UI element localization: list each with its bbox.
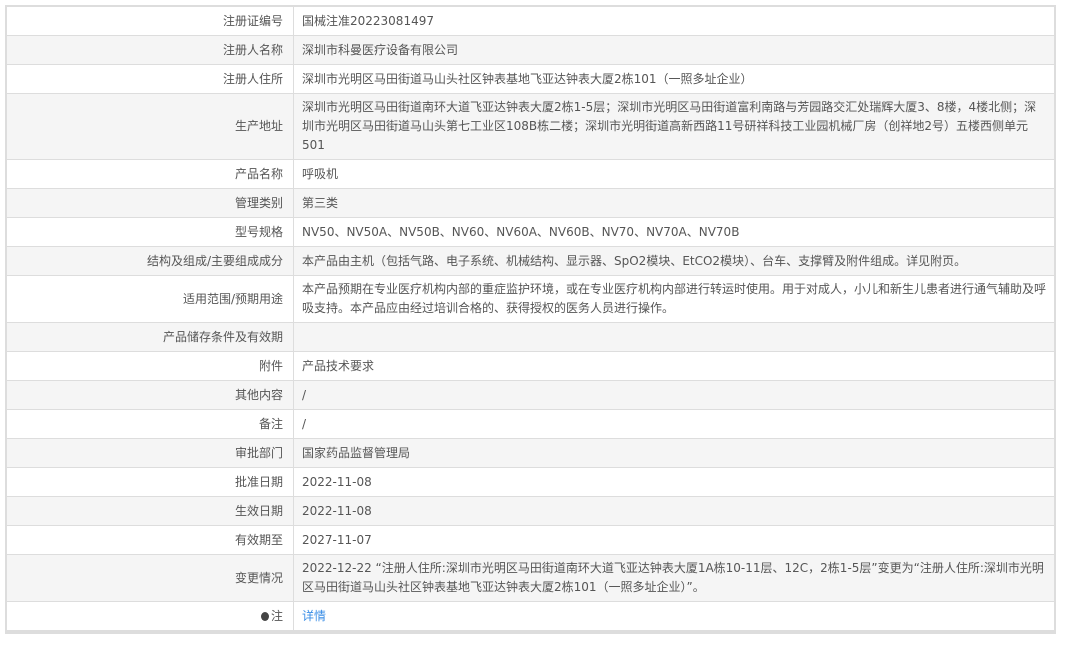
field-value: 深圳市光明区马田街道马山头社区钟表基地飞亚达钟表大厦2栋101（一照多址企业） [293, 64, 1055, 94]
field-label: 注册人住所 [6, 64, 294, 94]
table-row: 审批部门 国家药品监督管理局 [6, 438, 1055, 468]
table-row: 产品名称 呼吸机 [6, 159, 1055, 189]
table-row: 注册人住所 深圳市光明区马田街道马山头社区钟表基地飞亚达钟表大厦2栋101（一照… [6, 64, 1055, 94]
table-row: 结构及组成/主要组成成分 本产品由主机（包括气路、电子系统、机械结构、显示器、S… [6, 246, 1055, 276]
details-link[interactable]: 详情 [302, 609, 326, 623]
field-value: 2027-11-07 [293, 525, 1055, 555]
field-value: 产品技术要求 [293, 351, 1055, 381]
field-label: 型号规格 [6, 217, 294, 247]
field-label: 产品名称 [6, 159, 294, 189]
table-row: 其他内容 / [6, 380, 1055, 410]
field-value [293, 322, 1055, 352]
field-value: 呼吸机 [293, 159, 1055, 189]
field-label: 其他内容 [6, 380, 294, 410]
field-label: 备注 [6, 409, 294, 439]
field-value: 本产品预期在专业医疗机构内部的重症监护环境，或在专业医疗机构内部进行转运时使用。… [293, 275, 1055, 323]
registration-detail-table: 注册证编号 国械注准20223081497 注册人名称 深圳市科曼医疗设备有限公… [5, 5, 1056, 634]
field-label: 变更情况 [6, 554, 294, 602]
table-row: 有效期至 2027-11-07 [6, 525, 1055, 555]
location-pin-icon [260, 611, 269, 621]
table-row: 管理类别 第三类 [6, 188, 1055, 218]
field-value: 2022-11-08 [293, 467, 1055, 497]
table-row: 备注 / [6, 409, 1055, 439]
note-row: 注 详情 [6, 601, 1055, 631]
field-value: 本产品由主机（包括气路、电子系统、机械结构、显示器、SpO2模块、EtCO2模块… [293, 246, 1055, 276]
table-row: 变更情况 2022-12-22 “注册人住所:深圳市光明区马田街道南环大道飞亚达… [6, 554, 1055, 602]
field-label: 附件 [6, 351, 294, 381]
table-row: 注册证编号 国械注准20223081497 [6, 6, 1055, 36]
field-value: NV50、NV50A、NV50B、NV60、NV60A、NV60B、NV70、N… [293, 217, 1055, 247]
field-value: / [293, 409, 1055, 439]
field-label: 注册人名称 [6, 35, 294, 65]
table-row: 生产地址 深圳市光明区马田街道南环大道飞亚达钟表大厦2栋1-5层；深圳市光明区马… [6, 93, 1055, 160]
field-label: 管理类别 [6, 188, 294, 218]
field-value: 深圳市光明区马田街道南环大道飞亚达钟表大厦2栋1-5层；深圳市光明区马田街道富利… [293, 93, 1055, 160]
field-label: 生产地址 [6, 93, 294, 160]
field-label: 有效期至 [6, 525, 294, 555]
note-label-cell: 注 [6, 601, 294, 631]
table-row: 型号规格 NV50、NV50A、NV50B、NV60、NV60A、NV60B、N… [6, 217, 1055, 247]
field-value: 深圳市科曼医疗设备有限公司 [293, 35, 1055, 65]
table-row: 适用范围/预期用途 本产品预期在专业医疗机构内部的重症监护环境，或在专业医疗机构… [6, 275, 1055, 323]
field-value: 2022-12-22 “注册人住所:深圳市光明区马田街道南环大道飞亚达钟表大厦1… [293, 554, 1055, 602]
field-value: 第三类 [293, 188, 1055, 218]
field-label: 产品储存条件及有效期 [6, 322, 294, 352]
field-label: 结构及组成/主要组成成分 [6, 246, 294, 276]
field-value: 2022-11-08 [293, 496, 1055, 526]
field-value: 国械注准20223081497 [293, 6, 1055, 36]
table-row: 产品储存条件及有效期 [6, 322, 1055, 352]
table-row: 批准日期 2022-11-08 [6, 467, 1055, 497]
note-label: 注 [270, 608, 283, 623]
note-value-cell: 详情 [293, 601, 1055, 631]
field-label: 批准日期 [6, 467, 294, 497]
table-row: 生效日期 2022-11-08 [6, 496, 1055, 526]
field-value: / [293, 380, 1055, 410]
table-row: 注册人名称 深圳市科曼医疗设备有限公司 [6, 35, 1055, 65]
table-row: 附件 产品技术要求 [6, 351, 1055, 381]
field-label: 适用范围/预期用途 [6, 275, 294, 323]
field-label: 审批部门 [6, 438, 294, 468]
field-label: 注册证编号 [6, 6, 294, 36]
field-value: 国家药品监督管理局 [293, 438, 1055, 468]
field-label: 生效日期 [6, 496, 294, 526]
